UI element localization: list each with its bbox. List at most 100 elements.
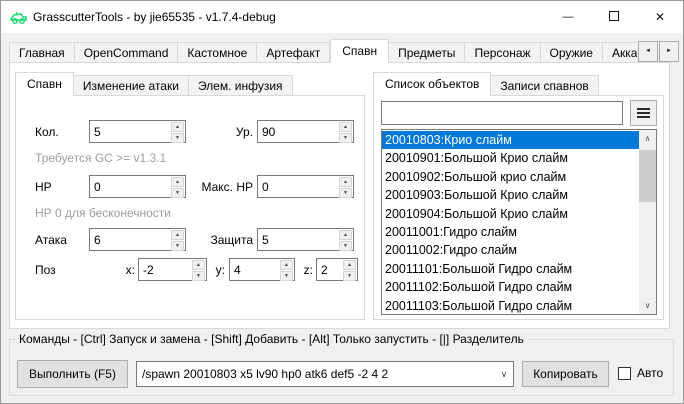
search-box bbox=[381, 101, 623, 125]
hp-stepper: ▲ ▼ bbox=[89, 175, 186, 198]
object-list-tab[interactable]: Список объектов bbox=[373, 72, 491, 96]
maximize-icon bbox=[609, 11, 619, 21]
pos-y-label: y: bbox=[201, 263, 225, 277]
main-tab[interactable]: Оружие bbox=[541, 42, 603, 63]
main-tab[interactable]: Предметы bbox=[389, 42, 465, 63]
commands-group-title: Команды - [Ctrl] Запуск и замена - [Shif… bbox=[15, 332, 528, 346]
defense-input[interactable] bbox=[258, 229, 338, 250]
auto-checkbox-label: Авто bbox=[637, 367, 663, 380]
maxhp-input[interactable] bbox=[258, 176, 338, 197]
spin-down-icon[interactable]: ▼ bbox=[343, 271, 356, 281]
count-input[interactable] bbox=[90, 121, 170, 142]
position-label: Поз bbox=[35, 263, 56, 277]
scroll-up-icon[interactable]: ∧ bbox=[639, 130, 656, 147]
scrollbar-thumb[interactable] bbox=[639, 150, 656, 202]
tab-scroll-right-icon: ► bbox=[666, 48, 672, 54]
list-item[interactable]: 20010902:Большой крио слайм bbox=[382, 168, 639, 186]
count-stepper: ▲ ▼ bbox=[89, 120, 186, 143]
pos-x-label: x: bbox=[109, 263, 135, 277]
main-tab[interactable]: Главная bbox=[9, 42, 75, 63]
window-title: GrasscutterTools - by jie65535 - v1.7.4-… bbox=[33, 1, 276, 33]
spin-down-icon[interactable]: ▼ bbox=[339, 188, 352, 198]
auto-checkbox[interactable] bbox=[618, 367, 631, 380]
attack-input[interactable] bbox=[90, 229, 170, 250]
level-input[interactable] bbox=[258, 121, 338, 142]
list-item[interactable]: 20011103:Большой Гидро слайм bbox=[382, 297, 639, 315]
list-item[interactable]: 20011102:Большой Гидро слайм bbox=[382, 278, 639, 296]
tab-scroll-left-button[interactable]: ◄ bbox=[638, 41, 658, 62]
hp-infinity-note: НР 0 для бесконечности bbox=[35, 206, 171, 220]
level-label: Ур. bbox=[191, 125, 253, 139]
list-item[interactable]: 20011001:Гидро слайм bbox=[382, 223, 639, 241]
hp-label: HP bbox=[35, 180, 52, 194]
defense-label: Защита bbox=[191, 233, 253, 247]
spawn-sub-tab[interactable]: Изменение атаки bbox=[74, 75, 189, 96]
count-label: Кол. bbox=[35, 125, 59, 139]
list-item[interactable]: 20011101:Большой Гидро слайм bbox=[382, 260, 639, 278]
level-stepper: ▲ ▼ bbox=[257, 120, 354, 143]
spawn-sub-tab[interactable]: Спавн bbox=[15, 72, 74, 96]
command-input[interactable] bbox=[137, 367, 495, 381]
spin-down-icon[interactable]: ▼ bbox=[339, 241, 352, 251]
main-tab[interactable]: OpenCommand bbox=[75, 42, 179, 63]
spin-down-icon[interactable]: ▼ bbox=[171, 241, 184, 251]
minimize-button[interactable]: — bbox=[545, 1, 591, 33]
minimize-icon: — bbox=[563, 11, 574, 23]
pos-y-input[interactable] bbox=[230, 259, 279, 280]
close-button[interactable]: ✕ bbox=[637, 1, 683, 33]
spin-up-icon[interactable]: ▲ bbox=[171, 177, 184, 187]
main-tab[interactable]: Аккаун bbox=[603, 42, 637, 63]
spin-down-icon[interactable]: ▼ bbox=[171, 188, 184, 198]
spin-down-icon[interactable]: ▼ bbox=[339, 133, 352, 143]
pos-x-stepper: ▲ ▼ bbox=[138, 258, 207, 281]
pos-x-input[interactable] bbox=[139, 259, 191, 280]
list-item[interactable]: 20010904:Большой Крио слайм bbox=[382, 205, 639, 223]
spin-up-icon[interactable]: ▲ bbox=[339, 122, 352, 132]
attack-stepper: ▲ ▼ bbox=[89, 228, 186, 251]
main-tab[interactable]: Спавн bbox=[330, 39, 389, 63]
copy-button[interactable]: Копировать bbox=[522, 361, 609, 387]
pos-z-stepper: ▲ ▼ bbox=[316, 258, 358, 281]
app-window: GrasscutterTools - by jie65535 - v1.7.4-… bbox=[0, 0, 684, 404]
spawn-sub-tab[interactable]: Элем. инфузия bbox=[189, 75, 293, 96]
list-scrollbar[interactable]: ∧ ∨ bbox=[639, 130, 656, 314]
main-tab[interactable]: Персонаж bbox=[465, 42, 540, 63]
object-list-tab-strip: Список объектовЗаписи спавнов bbox=[373, 72, 664, 96]
pos-z-input[interactable] bbox=[317, 259, 342, 280]
pos-y-stepper: ▲ ▼ bbox=[229, 258, 295, 281]
title-bar: GrasscutterTools - by jie65535 - v1.7.4-… bbox=[1, 1, 683, 33]
tab-scroll-left-icon: ◄ bbox=[645, 48, 651, 54]
main-tab-strip: ГлавнаяOpenCommandКастомноеАртефактСпавн… bbox=[9, 39, 637, 63]
main-tab[interactable]: Кастомное bbox=[178, 42, 257, 63]
list-item[interactable]: 20010903:Большой Крио слайм bbox=[382, 186, 639, 204]
spin-down-icon[interactable]: ▼ bbox=[171, 133, 184, 143]
hp-input[interactable] bbox=[90, 176, 170, 197]
defense-stepper: ▲ ▼ bbox=[257, 228, 354, 251]
object-list-tab[interactable]: Записи спавнов bbox=[491, 75, 598, 96]
chevron-down-icon[interactable]: ∨ bbox=[495, 369, 513, 380]
main-tab[interactable]: Артефакт bbox=[257, 42, 330, 63]
scroll-down-icon[interactable]: ∨ bbox=[639, 297, 656, 314]
filter-menu-button[interactable] bbox=[630, 100, 657, 126]
tab-scroll-right-button[interactable]: ► bbox=[659, 41, 679, 62]
object-list-items: 20010803:Крио слайм20010901:Большой Крио… bbox=[382, 131, 639, 315]
list-item[interactable]: 20011002:Гидро слайм bbox=[382, 241, 639, 259]
gc-version-note: Требуется GC >= v1.3.1 bbox=[35, 151, 166, 165]
run-button[interactable]: Выполнить (F5) bbox=[17, 360, 128, 388]
pos-z-label: z: bbox=[291, 263, 313, 277]
attack-label: Атака bbox=[35, 233, 67, 247]
maxhp-stepper: ▲ ▼ bbox=[257, 175, 354, 198]
spin-up-icon[interactable]: ▲ bbox=[171, 122, 184, 132]
spin-up-icon[interactable]: ▲ bbox=[343, 260, 356, 270]
list-item[interactable]: 20010901:Большой Крио слайм bbox=[382, 149, 639, 167]
list-item[interactable]: 20010803:Крио слайм bbox=[382, 131, 639, 149]
command-combobox: ∨ bbox=[136, 361, 514, 387]
spin-up-icon[interactable]: ▲ bbox=[339, 177, 352, 187]
close-icon: ✕ bbox=[655, 10, 665, 24]
maximize-button[interactable] bbox=[591, 1, 637, 33]
spin-up-icon[interactable]: ▲ bbox=[171, 230, 184, 240]
spin-up-icon[interactable]: ▲ bbox=[339, 230, 352, 240]
object-listbox: 20010803:Крио слайм20010901:Большой Крио… bbox=[381, 129, 657, 315]
search-input[interactable] bbox=[382, 102, 622, 124]
menu-icon bbox=[637, 112, 650, 114]
